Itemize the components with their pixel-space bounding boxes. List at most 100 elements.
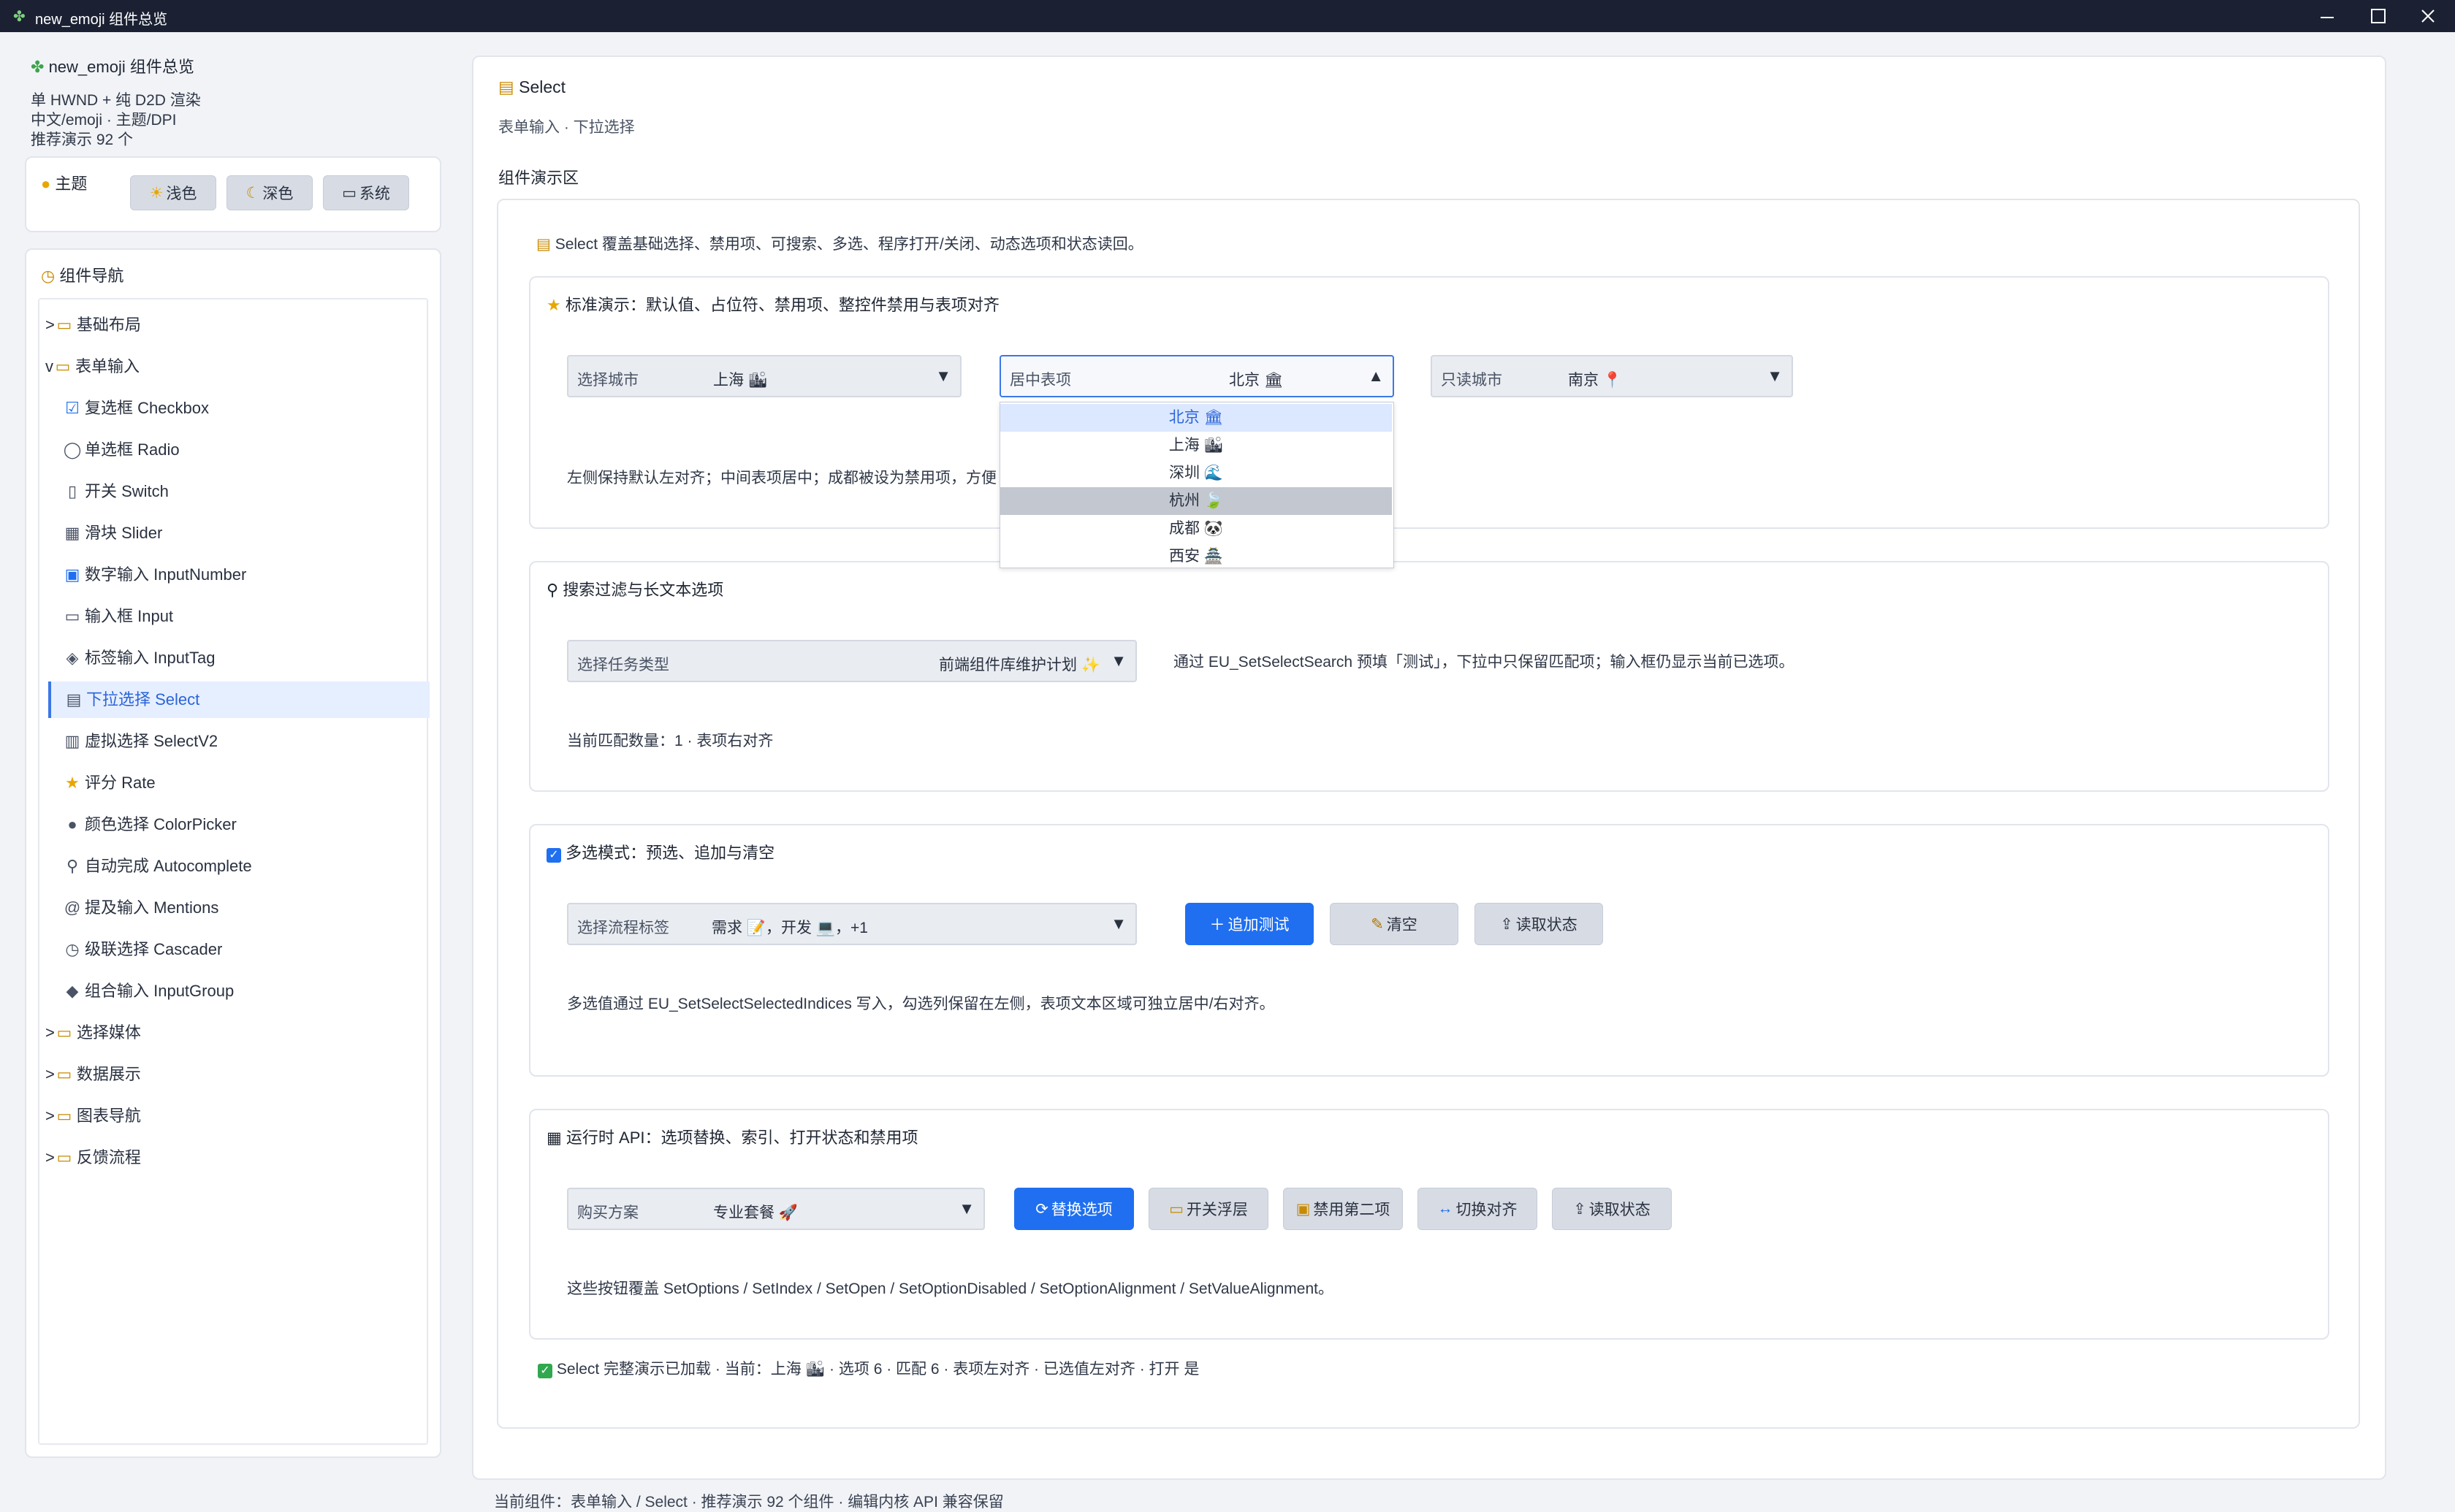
multi-select-section bbox=[529, 824, 2329, 1077]
nav-item-7[interactable]: ▤ 下拉选择 Select bbox=[48, 681, 430, 718]
nav-item-4[interactable]: ▣ 数字输入 InputNumber bbox=[63, 557, 247, 593]
folder-icon: ▭ bbox=[55, 357, 71, 375]
clipboard-icon: ▤ bbox=[498, 77, 514, 96]
close-button[interactable] bbox=[2404, 0, 2452, 32]
inbox-icon: ⇪ bbox=[1500, 915, 1513, 933]
nav-group-0[interactable]: > ▭ 基础布局 bbox=[45, 307, 141, 343]
sidebar-description: 单 HWND + 纯 D2D 渲染 中文/emoji · 主题/DPI 推荐演示… bbox=[31, 92, 201, 148]
chevron-down-icon: ▼ bbox=[1111, 915, 1127, 933]
status-text: ✓ Select 完整演示已加载 · 当前：上海 🏙 · 选项 6 · 匹配 6… bbox=[538, 1357, 1199, 1379]
clear-button[interactable]: ✎ 清空 bbox=[1330, 903, 1458, 945]
toggle-alignment-button[interactable]: ↔ 切换对齐 bbox=[1417, 1188, 1537, 1230]
nav-item-icon: ● bbox=[67, 815, 77, 833]
nav-item-icon: ▦ bbox=[64, 524, 80, 542]
dropdown-option-4[interactable]: 成都 🐼 bbox=[1000, 515, 1392, 543]
theme-light-button[interactable]: ☀ 浅色 bbox=[130, 175, 216, 210]
palette-icon: ● bbox=[41, 175, 51, 193]
lock-icon: ▣ bbox=[1295, 1200, 1311, 1218]
title-bar: ✤ new_emoji 组件总览 bbox=[0, 0, 2455, 32]
chevron-down-icon: ▼ bbox=[935, 367, 951, 385]
nav-item-icon: ▤ bbox=[66, 690, 82, 709]
task-type-select[interactable]: 选择任务类型 前端组件库维护计划 ✨ ▼ bbox=[567, 640, 1137, 682]
theme-dark-button[interactable]: ☾ 深色 bbox=[227, 175, 313, 210]
nav-item-icon: ★ bbox=[65, 774, 80, 792]
multi-select-title: ✓ 多选模式：预选、追加与清空 bbox=[547, 840, 774, 863]
nav-group-1[interactable]: v ▭ 表单输入 bbox=[45, 348, 140, 385]
nav-item-icon: @ bbox=[64, 898, 81, 917]
dropdown-option-1[interactable]: 上海 🏙 bbox=[1000, 432, 1392, 459]
nav-group-bottom-2[interactable]: > ▭ 图表导航 bbox=[45, 1098, 141, 1134]
nav-item-icon: ☑ bbox=[65, 399, 80, 417]
folder-icon: ▭ bbox=[56, 1148, 72, 1167]
nav-item-13[interactable]: ◷ 级联选择 Cascader bbox=[63, 931, 222, 968]
app-logo-icon: ✤ bbox=[31, 58, 45, 76]
minimize-button[interactable] bbox=[2303, 0, 2351, 32]
runtime-api-title: ▦ 运行时 API：选项替换、索引、打开状态和禁用项 bbox=[547, 1129, 918, 1147]
city-select[interactable]: 选择城市 上海 🏙 ▼ bbox=[567, 355, 962, 397]
nav-item-3[interactable]: ▦ 滑块 Slider bbox=[63, 515, 163, 551]
runtime-read-state-button[interactable]: ⇪ 读取状态 bbox=[1552, 1188, 1672, 1230]
folder-icon: ▭ bbox=[56, 316, 72, 334]
standard-demo-note: 左侧保持默认左对齐；中间表项居中；成都被设为禁用项，方便 bbox=[567, 470, 997, 486]
match-count: 当前匹配数量：1 · 表项右对齐 bbox=[567, 733, 774, 749]
theme-card: ● 主题 ☀ 浅色 ☾ 深色 ▭ 系统 bbox=[25, 156, 441, 232]
nav-item-icon: ⚲ bbox=[66, 857, 79, 875]
nav-item-1[interactable]: ◯ 单选框 Radio bbox=[63, 432, 180, 468]
demo-area-label: 组件演示区 bbox=[498, 169, 579, 187]
toggle-popup-button[interactable]: ▭ 开关浮层 bbox=[1149, 1188, 1268, 1230]
nav-item-icon: ◈ bbox=[66, 649, 79, 667]
nav-item-8[interactable]: ▥ 虚拟选择 SelectV2 bbox=[63, 723, 218, 760]
nav-item-2[interactable]: ▯ 开关 Switch bbox=[63, 473, 169, 510]
nav-item-11[interactable]: ⚲ 自动完成 Autocomplete bbox=[63, 848, 252, 885]
nav-group-bottom-1[interactable]: > ▭ 数据展示 bbox=[45, 1056, 141, 1093]
multi-select-note: 多选值通过 EU_SetSelectSelectedIndices 写入，勾选列… bbox=[567, 996, 1275, 1012]
window-title: new_emoji 组件总览 bbox=[35, 12, 168, 28]
process-tag-select[interactable]: 选择流程标签 需求 📝，开发 💻，+1 ▼ bbox=[567, 903, 1137, 945]
compass-icon: ◷ bbox=[41, 267, 56, 285]
search-filter-note: 通过 EU_SetSelectSearch 预填「测试」，下拉中只保留匹配项；输… bbox=[1173, 654, 1794, 671]
append-test-button[interactable]: ＋ 追加测试 bbox=[1185, 903, 1314, 945]
nav-title: ◷ 组件导航 bbox=[41, 267, 124, 285]
nav-item-icon: ◆ bbox=[66, 982, 79, 1000]
nav-group-bottom-0[interactable]: > ▭ 选择媒体 bbox=[45, 1015, 141, 1051]
nav-item-0[interactable]: ☑ 复选框 Checkbox bbox=[63, 390, 209, 427]
readonly-city-select[interactable]: 只读城市 南京 📍 ▼ bbox=[1431, 355, 1793, 397]
chevron-down-icon: ▼ bbox=[959, 1199, 975, 1218]
maximize-button[interactable] bbox=[2354, 0, 2402, 32]
clipboard-icon: ▤ bbox=[536, 236, 551, 253]
checkbox-checked-icon: ✓ bbox=[547, 848, 561, 863]
nav-item-9[interactable]: ★ 评分 Rate bbox=[63, 765, 155, 801]
sun-icon: ☀ bbox=[149, 184, 164, 202]
broom-icon: ✎ bbox=[1371, 915, 1384, 933]
footer-status: 当前组件：表单输入 / Select · 推荐演示 92 个组件 · 编辑内核 … bbox=[494, 1494, 1004, 1511]
nav-item-icon: ▭ bbox=[64, 607, 80, 625]
app-logo-icon: ✤ bbox=[13, 9, 26, 25]
centered-select[interactable]: 居中表项 北京 🏛 ▲ bbox=[1000, 355, 1394, 397]
dropdown-option-5[interactable]: 西安 🏯 bbox=[1000, 543, 1392, 570]
plan-select[interactable]: 购买方案 专业套餐 🚀 ▼ bbox=[567, 1188, 985, 1230]
search-filter-title: ⚲ 搜索过滤与长文本选项 bbox=[547, 581, 724, 599]
nav-item-5[interactable]: ▭ 输入框 Input bbox=[63, 598, 173, 635]
align-icon: ↔ bbox=[1437, 1200, 1453, 1217]
theme-system-button[interactable]: ▭ 系统 bbox=[323, 175, 409, 210]
folder-icon: ▭ bbox=[56, 1065, 72, 1083]
nav-item-icon: ◷ bbox=[65, 940, 80, 958]
nav-item-14[interactable]: ◆ 组合输入 InputGroup bbox=[63, 973, 235, 1009]
nav-item-10[interactable]: ● 颜色选择 ColorPicker bbox=[63, 806, 236, 843]
folder-icon: ▭ bbox=[1169, 1200, 1184, 1218]
chevron-up-icon: ▲ bbox=[1368, 367, 1384, 385]
nav-item-12[interactable]: @ 提及输入 Mentions bbox=[63, 890, 219, 926]
maximize-icon bbox=[2371, 9, 2386, 23]
nav-item-6[interactable]: ◈ 标签输入 InputTag bbox=[63, 640, 216, 676]
minimize-icon bbox=[2321, 17, 2334, 18]
disable-second-button[interactable]: ▣ 禁用第二项 bbox=[1283, 1188, 1403, 1230]
read-state-button[interactable]: ⇪ 读取状态 bbox=[1474, 903, 1603, 945]
nav-item-icon: ▯ bbox=[67, 482, 77, 500]
city-dropdown-menu: 北京 🏛 上海 🏙 深圳 🌊 杭州 🍃 成都 🐼 西安 🏯 bbox=[1000, 402, 1394, 568]
dropdown-option-0[interactable]: 北京 🏛 bbox=[1000, 404, 1392, 432]
nav-item-icon: ▥ bbox=[64, 732, 80, 750]
replace-options-button[interactable]: ⟳ 替换选项 bbox=[1014, 1188, 1134, 1230]
dropdown-option-2[interactable]: 深圳 🌊 bbox=[1000, 459, 1392, 487]
nav-group-bottom-3[interactable]: > ▭ 反馈流程 bbox=[45, 1139, 141, 1176]
dropdown-option-3[interactable]: 杭州 🍃 bbox=[1000, 487, 1392, 515]
